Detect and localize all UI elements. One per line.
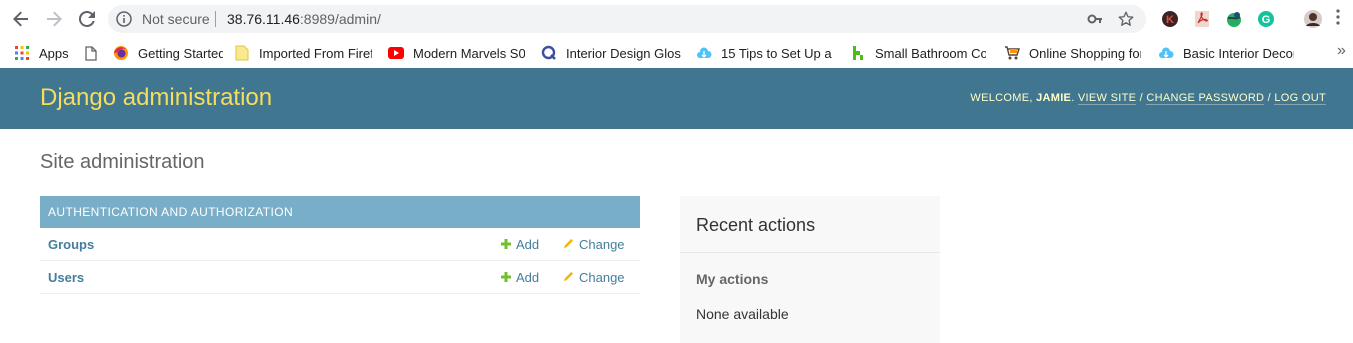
bookmarks-bar: Apps Getting Started Imported From Firef… [0,38,1353,68]
browser-toolbar: Not secure 38.76.11.46:8989/admin/ K G [0,0,1353,38]
cloud-icon [696,45,712,61]
folder-icon [234,45,250,61]
cloud-icon [1158,45,1174,61]
logout-link[interactable]: LOG OUT [1274,92,1326,105]
change-label: Change [579,237,625,252]
extension-pdf-icon[interactable] [1192,9,1212,29]
omnibox-divider [215,11,216,27]
bookmark-modern-marvels[interactable]: Modern Marvels S05E [388,43,525,63]
plus-icon [501,238,511,249]
page-icon [83,45,99,61]
no-actions-text: None available [696,306,789,322]
pencil-icon [563,238,574,249]
my-actions-heading: My actions [696,271,769,287]
grammarly-icon[interactable]: G [1256,9,1276,29]
plus-icon [501,271,511,282]
houzz-icon [850,45,866,61]
bookmark-interior-design-gloss[interactable]: Interior Design Gloss [541,43,681,63]
add-users-link[interactable]: Add [501,270,539,285]
reload-button[interactable] [74,6,100,32]
bookmark-label: Interior Design Gloss [566,45,681,61]
svg-text:K: K [1166,14,1174,26]
change-password-link[interactable]: CHANGE PASSWORD [1146,92,1265,105]
forward-arrow-icon [47,11,62,27]
cart-icon [1004,45,1020,61]
bookmark-label: Small Bathroom Colo [875,45,986,61]
panel-divider [680,252,940,253]
pencil-icon [563,271,574,282]
bookmarks-overflow-button[interactable]: » [1337,42,1346,60]
browser-menu-icon[interactable] [1336,9,1340,30]
url-host: 38.76.11.46 [227,11,300,27]
model-link-users[interactable]: Users [48,270,84,285]
reload-icon [79,11,95,27]
bookmark-getting-started[interactable]: Getting Started [113,43,223,63]
bookmark-label: Apps [39,45,69,61]
welcome-text: WELCOME, [970,92,1033,104]
bookmark-page[interactable] [83,43,99,63]
bookmark-label: Basic Interior Decorat [1183,45,1294,61]
app-caption-link[interactable]: AUTHENTICATION AND AUTHORIZATION [40,196,640,228]
profile-avatar-icon[interactable] [1303,9,1323,29]
bookmark-label: Getting Started [138,45,223,61]
bookmark-15-tips[interactable]: 15 Tips to Set Up a Tr [696,43,832,63]
welcome-period: . [1071,92,1075,104]
model-row-users: Users Add Change [40,261,640,294]
separator: / [1264,92,1275,104]
model-link-groups[interactable]: Groups [48,237,94,252]
recent-actions-title: Recent actions [696,215,816,235]
add-label: Add [516,270,540,285]
bookmark-basic-interior[interactable]: Basic Interior Decorat [1158,43,1294,63]
bookmark-apps[interactable]: Apps [14,43,74,63]
bookmark-imported-from-firefox[interactable]: Imported From Firefox [234,43,372,63]
app-module-auth: AUTHENTICATION AND AUTHORIZATION Groups … [40,196,640,294]
url-path: :8989/admin/ [299,11,381,27]
address-bar[interactable]: Not secure 38.76.11.46:8989/admin/ [108,5,1146,33]
back-button[interactable] [8,6,34,32]
view-site-link[interactable]: VIEW SITE [1077,92,1137,105]
firefox-icon [113,45,129,61]
recent-actions-panel: Recent actions My actions None available [680,196,940,343]
change-label: Change [579,270,625,285]
change-groups-link[interactable]: Change [563,237,625,252]
url-text[interactable]: 38.76.11.46:8989/admin/ [227,11,381,27]
bookmark-label: Imported From Firefox [259,45,372,61]
change-users-link[interactable]: Change [563,270,625,285]
info-icon[interactable] [116,11,132,27]
add-groups-link[interactable]: Add [501,237,539,252]
youtube-icon [388,45,404,61]
admin-header: Django administration WELCOME, JAMIE. VI… [0,68,1353,129]
page-title: Site administration [40,151,205,173]
bookmark-label: 15 Tips to Set Up a Tr [721,45,832,61]
separator: / [1136,92,1147,104]
key-icon[interactable] [1087,11,1103,27]
forward-button[interactable] [41,6,67,32]
extension-k-icon[interactable]: K [1160,9,1180,29]
svg-text:G: G [1262,14,1271,26]
site-branding[interactable]: Django administration [40,84,272,112]
bookmark-online-shopping[interactable]: Online Shopping for [1004,43,1141,63]
bookmark-star-icon[interactable] [1117,10,1135,28]
q-logo-icon [541,45,557,61]
bookmark-label: Modern Marvels S05E [413,45,525,61]
bookmark-label: Online Shopping for [1029,45,1141,61]
add-label: Add [516,237,540,252]
apps-grid-icon [14,45,30,61]
back-arrow-icon [13,11,28,27]
security-status[interactable]: Not secure [142,11,210,27]
model-row-groups: Groups Add Change [40,228,640,261]
username: JAMIE [1036,92,1072,104]
extension-globe-icon[interactable] [1224,9,1244,29]
bookmark-small-bathroom[interactable]: Small Bathroom Colo [850,43,986,63]
user-tools: WELCOME, JAMIE. VIEW SITE / CHANGE PASSW… [970,92,1326,105]
